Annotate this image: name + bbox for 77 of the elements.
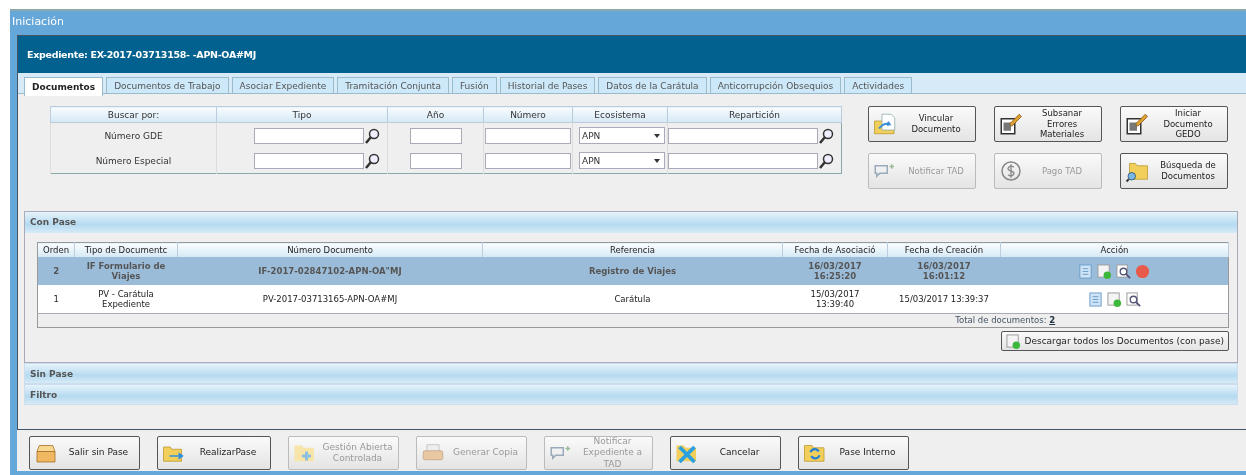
tab[interactable]: Asociar Expediente <box>231 77 335 93</box>
search-icon[interactable] <box>819 152 835 169</box>
action-button[interactable]: Iniciar Documento GEDO <box>1120 106 1228 142</box>
action-button[interactable]: RealizarPase <box>157 436 271 470</box>
column-header: Acción <box>1000 242 1229 257</box>
table-cell: 15/03/2017 13:39:37 <box>887 285 1001 314</box>
magnifier-document-icon[interactable] <box>1125 291 1141 307</box>
folder-document-icon <box>873 112 897 136</box>
row-label: Número GDE <box>50 122 217 148</box>
column-header: Referencia <box>482 242 783 257</box>
tab[interactable]: Actividades <box>844 77 913 93</box>
column-header: Tipo <box>216 106 388 123</box>
table-cell: 2 <box>37 257 75 285</box>
table-cell: Registro de Viajes <box>482 257 783 285</box>
search-icon[interactable] <box>365 127 381 144</box>
column-header: Año <box>387 106 484 123</box>
year-field[interactable] <box>409 127 462 144</box>
document-icon[interactable] <box>1087 291 1103 307</box>
column-header: Repartición <box>667 106 842 123</box>
table-cell: IF Formulario de Viajes <box>74 257 178 285</box>
table-cell: 15/03/2017 13:39:40 <box>782 285 888 314</box>
tab[interactable]: Tramitación Conjunta <box>337 77 449 93</box>
tab[interactable]: Documentos <box>24 77 104 96</box>
tipo-field[interactable] <box>254 127 364 144</box>
pencil-document-icon <box>999 112 1023 136</box>
dollar-coin-icon <box>999 159 1023 183</box>
reparticion-field[interactable] <box>668 127 818 144</box>
action-button[interactable]: Cancelar <box>670 436 781 470</box>
pencil-document-icon <box>1125 112 1149 136</box>
total-label: Total de documentos: <box>955 315 1047 326</box>
table-row[interactable]: 1 PV - Carátula Expediente PV-2017-03713165-APN-OA#MJ Carátula 15/03/2017 13:39:40 15/03/2017 13:39:37 <box>37 285 1229 314</box>
action-button[interactable]: Vincular Documento <box>868 106 976 142</box>
action-button[interactable]: Salir sin Pase <box>29 436 140 470</box>
document-icon[interactable] <box>1078 263 1094 279</box>
ecosystem-dropdown[interactable]: APN <box>579 152 665 169</box>
column-header: Buscar por: <box>50 106 217 123</box>
column-header: Número Documento <box>177 242 483 257</box>
table-cell: PV-2017-03713165-APN-OA#MJ <box>177 285 483 314</box>
download-document-icon <box>1005 333 1021 349</box>
column-header: Ecosistema <box>572 106 668 123</box>
window-title: Iniciación <box>11 14 65 30</box>
table-cell: PV - Carátula Expediente <box>74 285 178 314</box>
tab[interactable]: Documentos de Trabajo <box>106 77 229 93</box>
table-cell: 16/03/2017 16:25:20 <box>782 257 888 285</box>
table-cell: 1 <box>37 285 75 314</box>
tipo-field[interactable] <box>254 152 364 169</box>
expediente-title: Expediente: EX-2017-03713158- -APN-OA#MJ <box>27 49 256 60</box>
section-header[interactable]: Filtro <box>24 384 1238 405</box>
download-all-button[interactable]: Descargar todos los Documentos (con pase) <box>1000 331 1229 351</box>
tab[interactable]: Datos de la Carátula <box>598 77 707 93</box>
action-button[interactable]: Subsanar Errores Materiales <box>994 106 1102 142</box>
table-row[interactable]: 2 IF Formulario de Viajes IF-2017-02847102-APN-OA"MJ Registro de Viajes 16/03/2017 16:25:20 16/03/2017 16:01:12 <box>37 257 1229 285</box>
column-header: Tipo de Documentc <box>74 242 178 257</box>
number-field[interactable] <box>485 152 571 169</box>
search-icon[interactable] <box>365 152 381 169</box>
tab[interactable]: Fusión <box>451 77 497 93</box>
column-header: Orden <box>37 242 75 257</box>
table-cell: Carátula <box>482 285 783 314</box>
total-link[interactable]: 2 <box>1049 315 1056 326</box>
magnifier-document-icon[interactable] <box>1116 263 1132 279</box>
section-header[interactable]: Sin Pase <box>24 363 1238 384</box>
table-cell: IF-2017-02847102-APN-OA"MJ <box>177 257 483 285</box>
row-label: Número Especial <box>50 148 217 174</box>
search-icon[interactable] <box>819 127 835 144</box>
tab[interactable]: Anticorrupción Obsequios <box>709 77 842 93</box>
action-button[interactable]: Pase Interno <box>798 436 909 470</box>
year-field[interactable] <box>409 152 462 169</box>
number-field[interactable] <box>485 127 571 144</box>
ecosystem-dropdown[interactable]: APN <box>579 127 665 144</box>
table-cell: 16/03/2017 16:01:12 <box>887 257 1001 285</box>
tab[interactable]: Historial de Pases <box>499 77 596 93</box>
column-header: Fecha de Asociació <box>782 242 888 257</box>
reparticion-field[interactable] <box>668 152 818 169</box>
section-header[interactable]: Con Pase <box>25 212 1237 233</box>
column-header: Número <box>483 106 573 123</box>
action-button[interactable]: Búsqueda de Documentos <box>1120 153 1228 189</box>
column-header: Fecha de Creación <box>887 242 1001 257</box>
